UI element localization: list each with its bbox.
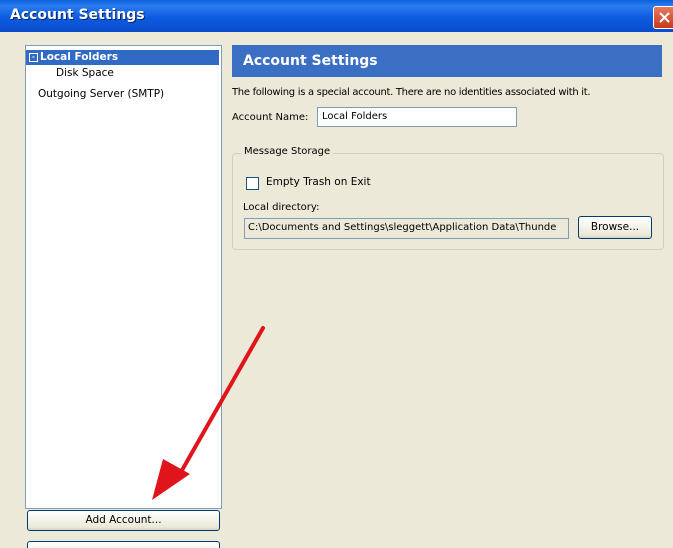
add-account-button[interactable]: Add Account... xyxy=(27,510,220,531)
browse-button[interactable]: Browse... xyxy=(578,216,652,239)
message-storage-group: Message Storage Empty Trash on Exit Loca… xyxy=(232,146,664,250)
partially-hidden-button[interactable] xyxy=(27,541,220,548)
account-name-label: Account Name: xyxy=(232,112,309,123)
tree-item-disk-space[interactable]: Disk Space xyxy=(56,66,114,81)
empty-trash-label[interactable]: Empty Trash on Exit xyxy=(266,176,371,188)
local-directory-field[interactable]: C:\Documents and Settings\sleggett\Appli… xyxy=(244,218,569,239)
account-settings-window: Account Settings - Local Folders Disk Spa… xyxy=(0,0,673,548)
account-tree[interactable]: - Local Folders Disk Space Outgoing Serve… xyxy=(25,45,222,509)
tree-item-local-folders[interactable]: - Local Folders xyxy=(26,50,219,65)
tree-item-outgoing-server[interactable]: Outgoing Server (SMTP) xyxy=(38,87,164,102)
tree-item-label: Disk Space xyxy=(56,67,114,79)
settings-heading: Account Settings xyxy=(232,45,662,77)
close-icon xyxy=(659,12,670,23)
description-text: The following is a special account. Ther… xyxy=(232,87,591,98)
account-name-field[interactable]: Local Folders xyxy=(317,107,517,127)
local-directory-label: Local directory: xyxy=(243,202,320,213)
tree-item-label: Local Folders xyxy=(40,51,119,63)
message-storage-legend: Message Storage xyxy=(241,146,334,157)
close-button[interactable] xyxy=(653,6,673,29)
empty-trash-checkbox[interactable] xyxy=(246,177,259,190)
collapse-icon[interactable]: - xyxy=(29,52,38,62)
tree-item-label: Outgoing Server (SMTP) xyxy=(38,88,165,100)
title-bar[interactable]: Account Settings xyxy=(0,0,673,32)
window-title: Account Settings xyxy=(10,7,145,23)
